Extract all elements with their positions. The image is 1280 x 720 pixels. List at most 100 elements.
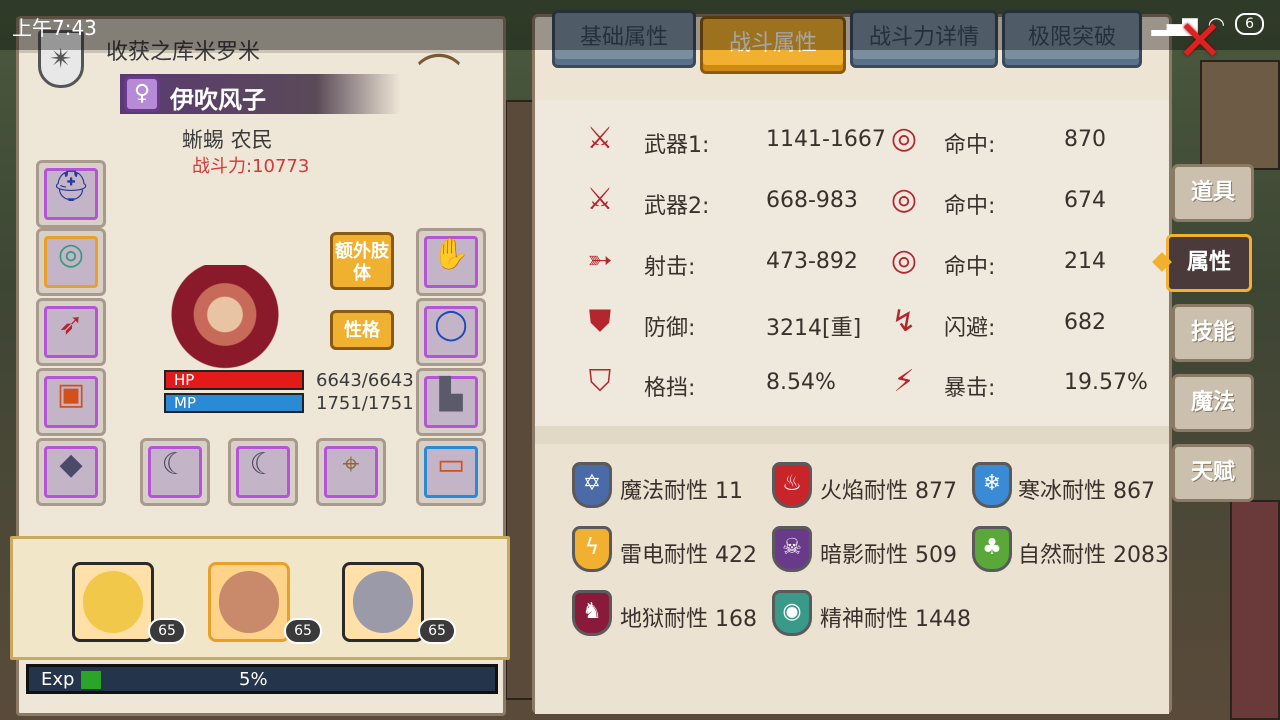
equip-slot-belt[interactable]: ▭ <box>416 438 486 506</box>
equip-slot-weapon2[interactable]: ☾ <box>228 438 298 506</box>
shadow-resist-icon: ☠ <box>772 526 812 572</box>
sword-icon: ⚔ <box>586 182 614 217</box>
mp-label: MP <box>174 394 196 412</box>
stat-label: 暴击: <box>944 376 996 401</box>
resist-spirit: 精神耐性 1448 <box>820 607 971 632</box>
resist-shadow: 暗影耐性 509 <box>820 543 957 568</box>
resist-fire: 火焰耐性 877 <box>820 479 957 504</box>
exp-fill <box>81 671 101 689</box>
extra-limb-button[interactable]: 额外肢体 <box>330 232 394 290</box>
target-icon: ◎ <box>890 243 918 278</box>
feather-icon: ➶ <box>58 307 84 342</box>
nature-resist-icon: ♣ <box>972 526 1012 572</box>
stat-value: 3214[重] <box>766 316 862 341</box>
stat-label: 射击: <box>644 255 696 280</box>
equip-slot-boots[interactable]: ▙ <box>416 368 486 436</box>
section-divider <box>535 426 1169 444</box>
stat-value: 8.54% <box>766 370 836 395</box>
ice-resist-icon: ❄ <box>972 462 1012 508</box>
side-tab-skills[interactable]: 技能 <box>1172 304 1254 362</box>
side-tab-talent[interactable]: 天赋 <box>1172 444 1254 502</box>
character-sprite <box>150 265 300 375</box>
stat-label: 闪避: <box>944 316 996 341</box>
background-tile <box>1200 60 1280 170</box>
equip-slot-accessory[interactable]: ◆ <box>36 438 106 506</box>
close-button[interactable]: ✕ <box>1172 14 1228 70</box>
stat-value: 19.57% <box>1064 370 1148 395</box>
status-time: 上午7:43 <box>12 16 97 40</box>
exp-percent: 5% <box>239 669 268 690</box>
mp-bar: MP <box>164 393 304 413</box>
stat-label: 命中: <box>944 255 996 280</box>
equip-slot-necklace[interactable]: ◎ <box>36 228 106 296</box>
combat-power: 战斗力:10773 <box>192 156 310 177</box>
exp-bar: Exp 5% <box>26 664 498 694</box>
lightning-resist-icon: ϟ <box>572 526 612 572</box>
stat-value: 870 <box>1064 127 1106 152</box>
hp-value: 6643/6643 <box>316 370 414 391</box>
member-level: 65 <box>418 618 456 644</box>
sickle-icon: ☾ <box>249 447 277 482</box>
stat-label: 武器1: <box>644 133 710 158</box>
boots-icon: ▙ <box>439 377 463 412</box>
stat-label: 命中: <box>944 194 996 219</box>
shield-icon: ⛊ <box>588 304 612 339</box>
equip-slot-weapon1[interactable]: ☾ <box>140 438 210 506</box>
female-icon: ♀ <box>124 76 160 112</box>
equip-slot-cloak[interactable]: ➶ <box>36 298 106 366</box>
target-icon: ◎ <box>890 182 918 217</box>
member-portrait <box>219 571 279 633</box>
stat-label: 格挡: <box>644 376 696 401</box>
bow-icon: ➳ <box>587 243 613 278</box>
dodge-icon: ↯ <box>891 304 917 339</box>
equip-slot-head[interactable]: ⛑ <box>36 160 106 228</box>
background-tile <box>1230 500 1280 720</box>
equip-slot-gloves[interactable]: ✋ <box>416 228 486 296</box>
armor-icon: ▣ <box>56 377 86 412</box>
party-member-3[interactable] <box>342 562 424 642</box>
sickle-icon: ☾ <box>161 447 189 482</box>
hp-label: HP <box>174 371 195 389</box>
member-portrait <box>83 571 143 633</box>
equip-slot-armor[interactable]: ▣ <box>36 368 106 436</box>
equip-slot-ranged[interactable]: ⌖ <box>316 438 386 506</box>
exp-label: Exp <box>41 669 75 690</box>
belt-icon: ▭ <box>436 447 466 482</box>
stat-value: 668-983 <box>766 188 858 213</box>
hell-resist-icon: ♞ <box>572 590 612 636</box>
crit-icon: ⚡ <box>893 364 915 399</box>
side-tab-items[interactable]: 道具 <box>1172 164 1254 222</box>
fire-resist-icon: ♨ <box>772 462 812 508</box>
member-level: 65 <box>148 618 186 644</box>
necklace-icon: ◎ <box>57 237 85 272</box>
block-icon: ⛉ <box>588 364 612 399</box>
status-bar: 上午7:43 ▂▄▆ ◠ 6 <box>0 0 1280 50</box>
resist-nature: 自然耐性 2083 <box>1018 543 1169 568</box>
resist-ice: 寒冰耐性 867 <box>1018 479 1155 504</box>
stat-value: 674 <box>1064 188 1106 213</box>
character-race-job: 蜥蜴 农民 <box>182 128 273 152</box>
stat-value: 1141-1667 <box>766 127 886 152</box>
resist-lightning: 雷电耐性 422 <box>620 543 757 568</box>
side-tab-attributes[interactable]: 属性 <box>1166 234 1252 292</box>
equip-slot-ring[interactable]: ◯ <box>416 298 486 366</box>
member-portrait <box>353 571 413 633</box>
stat-value: 473-892 <box>766 249 858 274</box>
sword-icon: ⚔ <box>586 121 614 156</box>
party-member-1[interactable] <box>72 562 154 642</box>
stat-value: 682 <box>1064 310 1106 335</box>
helmet-icon: ⛑ <box>51 169 91 204</box>
stat-value: 214 <box>1064 249 1106 274</box>
party-member-2[interactable] <box>208 562 290 642</box>
resist-hell: 地狱耐性 168 <box>620 607 757 632</box>
side-tab-magic[interactable]: 魔法 <box>1172 374 1254 432</box>
target-icon: ◎ <box>890 121 918 156</box>
member-level: 65 <box>284 618 322 644</box>
resist-magic: 魔法耐性 11 <box>620 479 743 504</box>
spirit-resist-icon: ◉ <box>772 590 812 636</box>
mask-icon: ◆ <box>59 447 83 482</box>
crossbow-icon: ⌖ <box>342 447 360 482</box>
personality-button[interactable]: 性格 <box>330 310 394 350</box>
character-name: 伊吹风子 <box>170 86 266 114</box>
battery-indicator: 6 <box>1235 13 1264 35</box>
